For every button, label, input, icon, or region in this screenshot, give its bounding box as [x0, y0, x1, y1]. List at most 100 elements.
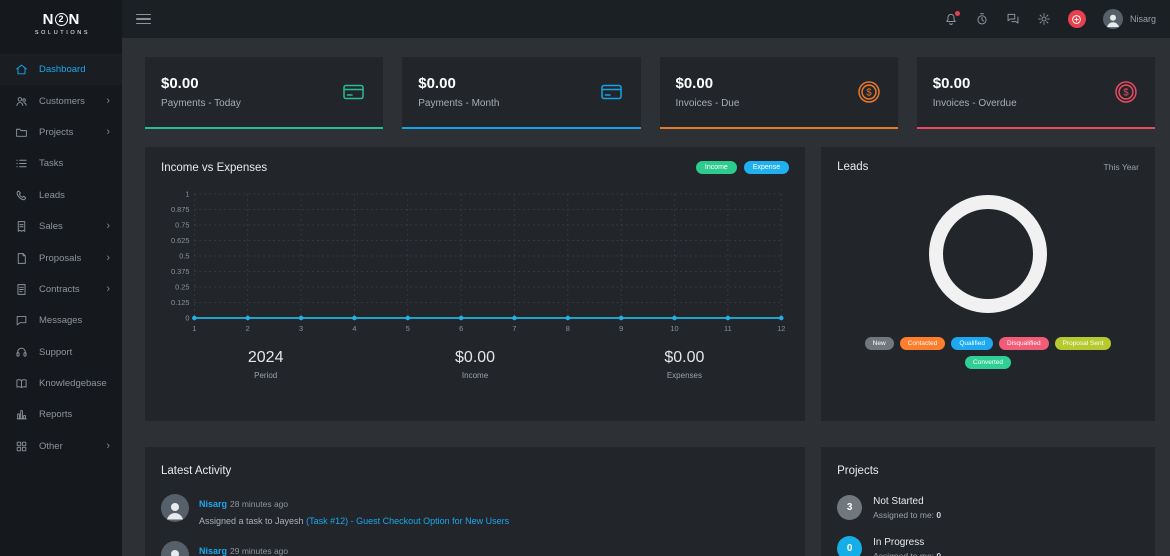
sidebar-item-customers[interactable]: Customers › [0, 85, 122, 116]
chart-title: Income vs Expenses [161, 162, 267, 174]
svg-text:2: 2 [246, 324, 250, 333]
lead-status-qualified[interactable]: Qualified [951, 337, 993, 350]
stat-label: Invoices - Overdue [933, 98, 1017, 109]
users-icon [14, 95, 28, 108]
stat-label: Payments - Month [418, 98, 499, 109]
svg-text:7: 7 [512, 324, 516, 333]
leads-card: Leads This Year New Contacted Qualified … [821, 147, 1155, 421]
menu-toggle-icon[interactable] [136, 14, 151, 25]
sidebar-item-label: Proposals [39, 253, 106, 264]
document-icon [14, 252, 28, 265]
assigned-to-me-label: Assigned to me: [873, 551, 934, 556]
summary-expenses: $0.00 Expenses [580, 349, 789, 380]
user-name: Nisarg [1130, 14, 1156, 24]
legend-chip-income[interactable]: Income [696, 161, 737, 174]
legend-chip-expense[interactable]: Expense [744, 161, 789, 174]
sidebar-item-sales[interactable]: Sales › [0, 211, 122, 242]
sidebar-item-other[interactable]: Other › [0, 431, 122, 462]
lead-status-proposal-sent[interactable]: Proposal Sent [1055, 337, 1112, 350]
coin-dollar-icon: $ [856, 79, 882, 105]
project-status-label: Not Started [873, 496, 941, 507]
sidebar-item-reports[interactable]: Reports [0, 399, 122, 430]
notifications-bell-icon[interactable] [944, 12, 958, 26]
leads-donut-chart [929, 195, 1047, 313]
stat-card-invoices-due[interactable]: $0.00 Invoices - Due $ [660, 57, 898, 129]
activity-user-link[interactable]: Nisarg [199, 546, 227, 556]
brand-part: N [69, 11, 80, 28]
activity-item: Nisarg29 minutes ago Assigned a task to … [161, 541, 789, 556]
messages-icon[interactable] [1006, 12, 1020, 26]
stat-label: Invoices - Due [676, 98, 740, 109]
lead-status-converted[interactable]: Converted [965, 356, 1011, 369]
svg-text:0: 0 [185, 313, 189, 322]
quick-create-icon[interactable] [1068, 10, 1086, 28]
brand-logo[interactable]: N2N SOLUTIONS [0, 0, 122, 46]
stat-amount: $0.00 [933, 75, 1017, 92]
stat-amount: $0.00 [161, 75, 241, 92]
lead-status-contacted[interactable]: Contacted [900, 337, 946, 350]
sidebar-item-contracts[interactable]: Contracts › [0, 274, 122, 305]
stat-card-payments-month[interactable]: $0.00 Payments - Month [402, 57, 640, 129]
settings-gear-icon[interactable] [1037, 12, 1051, 26]
income-expenses-card: Income vs Expenses Income Expense 123456… [145, 147, 805, 421]
activity-item: Nisarg28 minutes ago Assigned a task to … [161, 494, 789, 526]
sidebar: N2N SOLUTIONS Dashboard Customers › Proj… [0, 0, 122, 556]
avatar [1103, 9, 1123, 29]
sidebar-item-knowledgebase[interactable]: Knowledgebase [0, 368, 122, 399]
bottom-row: Latest Activity Nisarg28 minutes ago Ass… [145, 447, 1155, 556]
svg-text:0.5: 0.5 [179, 251, 189, 260]
brand-part: N [43, 11, 54, 28]
stat-amount: $0.00 [418, 75, 499, 92]
notification-dot [955, 11, 960, 16]
activity-user-link[interactable]: Nisarg [199, 499, 227, 509]
sidebar-item-projects[interactable]: Projects › [0, 117, 122, 148]
assigned-to-me-count: 0 [936, 510, 941, 520]
user-profile[interactable]: Nisarg [1103, 9, 1156, 29]
sidebar-item-label: Projects [39, 127, 106, 138]
sidebar-item-leads[interactable]: Leads [0, 180, 122, 211]
sidebar-item-label: Reports [39, 409, 110, 420]
lead-status-disqualified[interactable]: Disqualified [999, 337, 1049, 350]
activity-time: 29 minutes ago [230, 546, 288, 556]
sidebar-item-proposals[interactable]: Proposals › [0, 242, 122, 273]
sidebar-item-support[interactable]: Support [0, 337, 122, 368]
project-status-not-started[interactable]: 3 Not Started Assigned to me: 0 [837, 495, 1139, 520]
income-expenses-chart: 12345678910111210.8750.750.6250.50.3750.… [161, 186, 789, 336]
sidebar-item-dashboard[interactable]: Dashboard [0, 54, 122, 85]
leads-legend: New Contacted Qualified Disqualified Pro… [837, 337, 1139, 369]
sidebar-item-tasks[interactable]: Tasks [0, 148, 122, 179]
projects-card: Projects 3 Not Started Assigned to me: 0… [821, 447, 1155, 556]
svg-text:11: 11 [724, 324, 732, 333]
activity-task-link[interactable]: (Task #12) - Guest Checkout Option for N… [306, 516, 509, 526]
summary-income: $0.00 Income [370, 349, 579, 380]
chevron-right-icon: › [106, 284, 110, 295]
sidebar-item-label: Sales [39, 221, 106, 232]
headset-icon [14, 346, 28, 359]
svg-text:1: 1 [185, 189, 189, 198]
summary-value: 2024 [161, 349, 370, 367]
list-icon [14, 157, 28, 170]
sidebar-item-label: Other [39, 441, 106, 452]
svg-text:6: 6 [459, 324, 463, 333]
project-count-badge: 3 [837, 495, 862, 520]
contract-file-icon [14, 283, 28, 296]
brand-circle-2: 2 [55, 13, 68, 26]
summary-value: $0.00 [580, 349, 789, 367]
stat-card-invoices-overdue[interactable]: $0.00 Invoices - Overdue $ [917, 57, 1155, 129]
sidebar-item-messages[interactable]: Messages [0, 305, 122, 336]
stat-card-payments-today[interactable]: $0.00 Payments - Today [145, 57, 383, 129]
svg-text:5: 5 [406, 324, 410, 333]
svg-text:8: 8 [566, 324, 570, 333]
sidebar-menu: Dashboard Customers › Projects › Tasks L… [0, 54, 122, 462]
credit-card-icon [340, 80, 367, 104]
phone-icon [14, 189, 28, 202]
timer-icon[interactable] [975, 12, 989, 26]
lead-status-new[interactable]: New [865, 337, 894, 350]
project-status-in-progress[interactable]: 0 In Progress Assigned to me: 0 [837, 536, 1139, 556]
avatar [161, 541, 189, 556]
projects-title: Projects [837, 465, 879, 477]
chart-legend: Income Expense [696, 161, 789, 174]
sidebar-item-label: Knowledgebase [39, 378, 110, 389]
svg-text:0.375: 0.375 [171, 267, 189, 276]
sidebar-item-label: Tasks [39, 158, 110, 169]
